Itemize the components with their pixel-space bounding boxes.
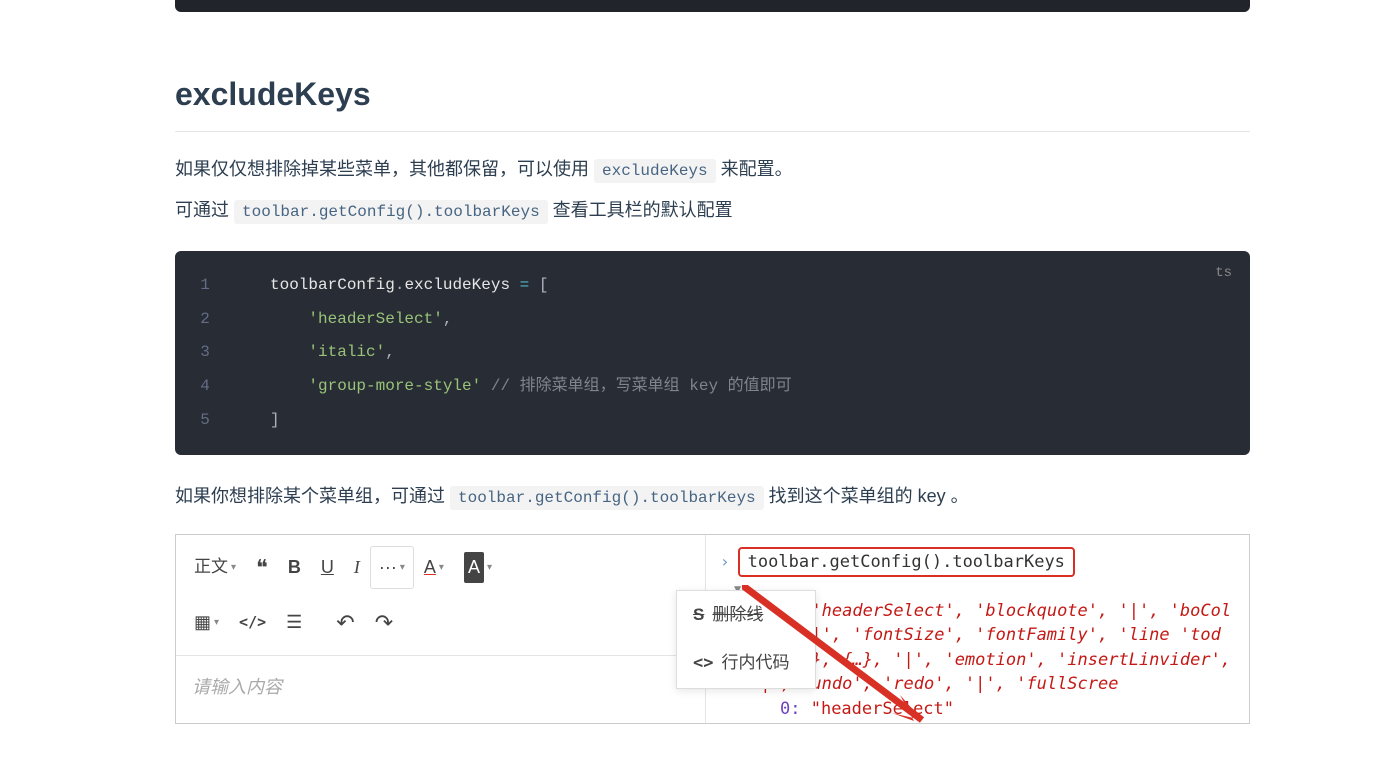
array-item-0: 0: "headerSelect" bbox=[780, 697, 1235, 722]
code-language-label: ts bbox=[1215, 259, 1232, 288]
code-line: 'italic', bbox=[235, 336, 395, 370]
text: 查看工具栏的默认配置 bbox=[548, 200, 733, 220]
line-number: 3 bbox=[175, 336, 235, 370]
inline-code: toolbar.getConfig().toolbarKeys bbox=[450, 486, 764, 510]
bg-color-button[interactable]: A▾ bbox=[454, 544, 502, 591]
redo-button[interactable]: ↷ bbox=[365, 596, 403, 649]
paragraph-1: 如果仅仅想排除掉某些菜单，其他都保留，可以使用 excludeKeys 来配置。 bbox=[175, 152, 1250, 186]
line-number: 4 bbox=[175, 370, 235, 404]
more-style-dropdown: S 删除线 <> 行内代码 bbox=[676, 590, 816, 690]
text: 来配置。 bbox=[716, 159, 793, 179]
page-container: excludeKeys 如果仅仅想排除掉某些菜单，其他都保留，可以使用 excl… bbox=[0, 0, 1280, 754]
table-button[interactable]: ▦▾ bbox=[184, 596, 229, 649]
line-number: 2 bbox=[175, 303, 235, 337]
paragraph-2: 可通过 toolbar.getConfig().toolbarKeys 查看工具… bbox=[175, 193, 1250, 227]
undo-button[interactable]: ↶ bbox=[326, 596, 364, 649]
code-line: 'headerSelect', bbox=[235, 303, 452, 337]
more-style-button[interactable]: ···▾ bbox=[370, 546, 414, 589]
paragraph-3: 如果你想排除某个菜单组，可通过 toolbar.getConfig().tool… bbox=[175, 479, 1250, 513]
console-input-line: › toolbar.getConfig().toolbarKeys bbox=[720, 547, 1235, 578]
underline-button[interactable]: U bbox=[311, 544, 344, 591]
code-line: ] bbox=[235, 404, 280, 438]
line-number: 5 bbox=[175, 404, 235, 438]
editor-content-area[interactable]: 请输入内容 bbox=[176, 656, 705, 719]
blockquote-button[interactable]: ❝ bbox=[246, 541, 278, 594]
array-preview: ['headerSelect', 'blockquote', '|', 'boC… bbox=[750, 601, 1231, 695]
font-color-button[interactable]: A▾ bbox=[414, 544, 454, 591]
code-block: ts 1 toolbarConfig.excludeKeys = [ 2 'he… bbox=[175, 251, 1250, 455]
console-expression: toolbar.getConfig().toolbarKeys bbox=[738, 547, 1075, 578]
divider-button[interactable]: ☰ bbox=[276, 596, 312, 649]
italic-button[interactable]: I bbox=[344, 544, 370, 591]
section-heading: excludeKeys bbox=[175, 67, 1250, 132]
line-number: 1 bbox=[175, 269, 235, 303]
chevron-right-icon: › bbox=[720, 550, 730, 573]
code-line: 'group-more-style' // 排除菜单组，写菜单组 key 的值即… bbox=[235, 370, 792, 404]
editor-panel: 正文▾ ❝ B U I ···▾ A▾ A▾ ▦▾ </> ☰ ↶ ↷ 请输入内… bbox=[176, 535, 706, 723]
heading-select[interactable]: 正文▾ bbox=[184, 545, 246, 590]
console-output: (32) ['headerSelect', 'blockquote', '|',… bbox=[750, 599, 1235, 698]
example-screenshot: 正文▾ ❝ B U I ···▾ A▾ A▾ ▦▾ </> ☰ ↶ ↷ 请输入内… bbox=[175, 534, 1250, 724]
text: 找到这个菜单组的 key 。 bbox=[764, 486, 969, 506]
text: 如果你想排除某个菜单组，可通过 bbox=[175, 486, 450, 506]
bold-button[interactable]: B bbox=[278, 544, 311, 591]
inline-code: excludeKeys bbox=[594, 159, 716, 183]
strikethrough-option[interactable]: S 删除线 bbox=[677, 591, 815, 640]
code-line: toolbarConfig.excludeKeys = [ bbox=[235, 269, 548, 303]
text: 如果仅仅想排除掉某些菜单，其他都保留，可以使用 bbox=[175, 159, 594, 179]
codeblock-button[interactable]: </> bbox=[229, 596, 276, 649]
inline-code: toolbar.getConfig().toolbarKeys bbox=[234, 200, 548, 224]
editor-placeholder: 请输入内容 bbox=[192, 677, 282, 697]
text: 可通过 bbox=[175, 200, 234, 220]
top-dark-strip bbox=[175, 0, 1250, 12]
array-item-1: 1: "blockquote" bbox=[780, 722, 1235, 724]
inline-code-option[interactable]: <> 行内代码 bbox=[677, 639, 815, 688]
editor-toolbar: 正文▾ ❝ B U I ···▾ A▾ A▾ ▦▾ </> ☰ ↶ ↷ bbox=[176, 535, 705, 657]
